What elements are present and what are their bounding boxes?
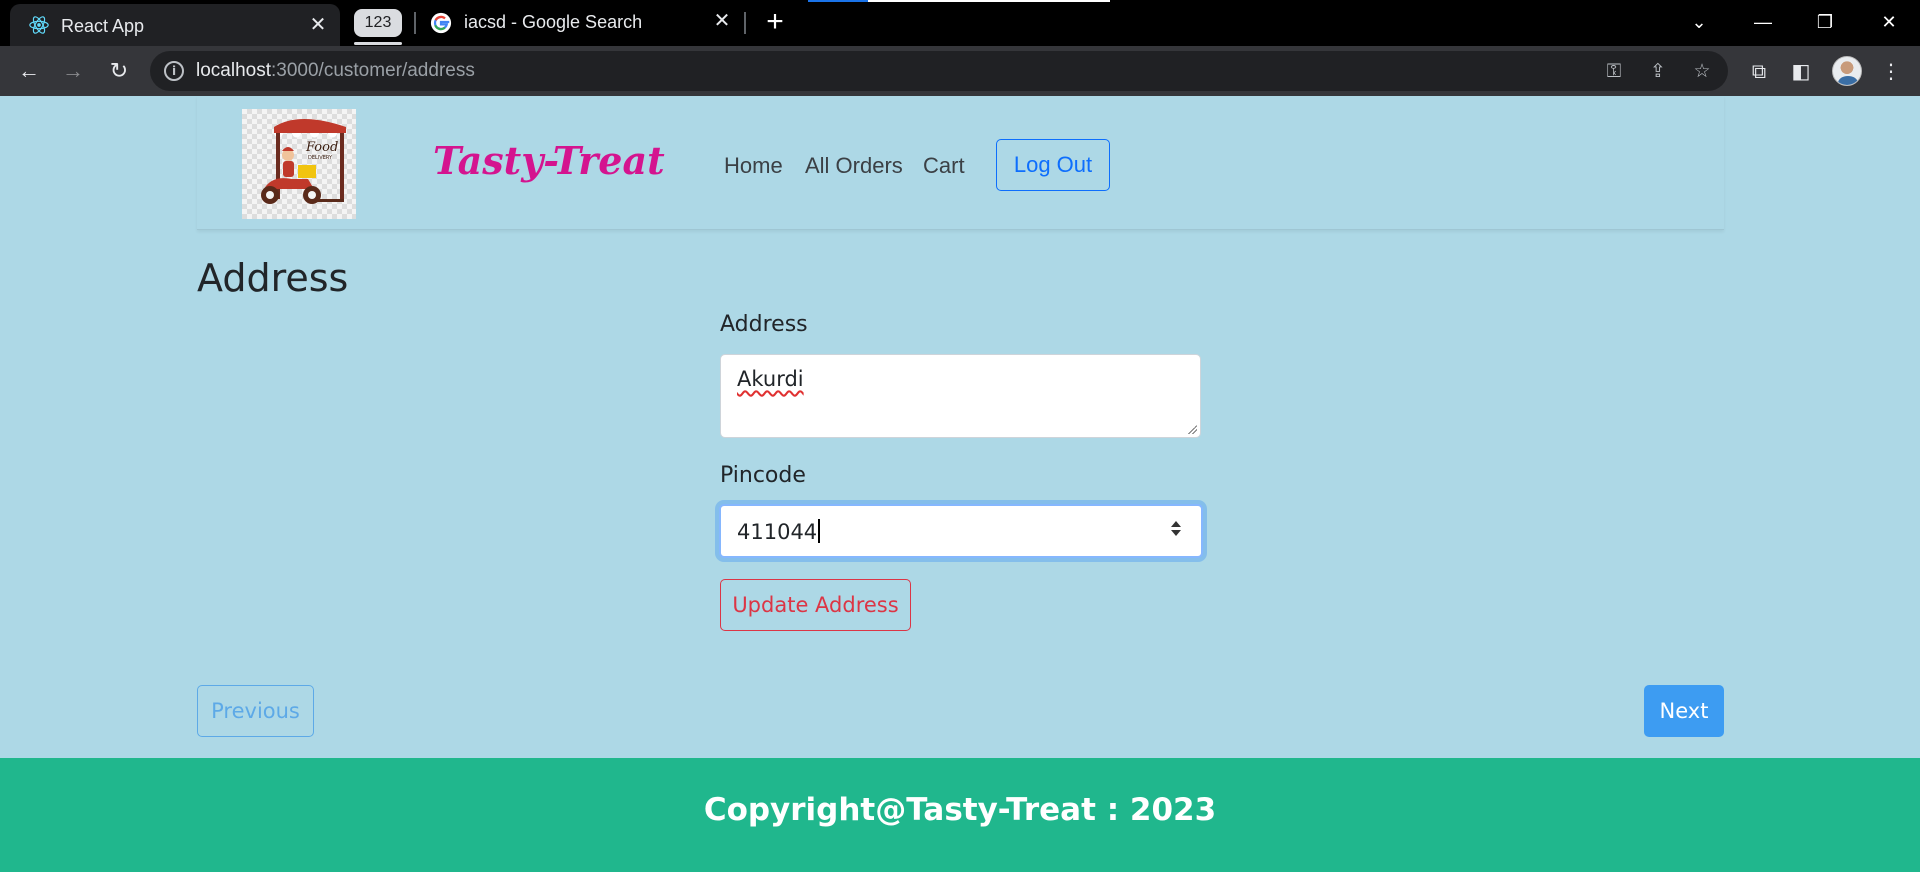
browser-tab-strip: React App ✕ 123 iacsd - Google Search ✕ … bbox=[0, 0, 1920, 46]
site-footer: Copyright@Tasty-Treat : 2023 bbox=[0, 758, 1920, 872]
footer-copyright: Copyright@Tasty-Treat : 2023 bbox=[703, 792, 1217, 828]
delivery-scooter-icon: Food DELIVERY bbox=[261, 119, 346, 204]
address-value: Akurdi bbox=[737, 367, 804, 391]
close-tab-icon[interactable]: ✕ bbox=[306, 13, 330, 37]
tab-react-app[interactable]: React App ✕ bbox=[10, 4, 340, 46]
menu-kebab-icon[interactable]: ⋮ bbox=[1878, 58, 1904, 84]
google-icon bbox=[430, 12, 452, 34]
url-text[interactable]: localhost:3000/customer/address bbox=[196, 60, 475, 82]
reload-icon[interactable]: ↻ bbox=[104, 56, 134, 86]
new-tab-plus-icon[interactable]: + bbox=[762, 7, 788, 37]
pincode-value: 411044 bbox=[737, 519, 821, 544]
resize-handle[interactable] bbox=[1187, 424, 1197, 434]
tab-separator bbox=[744, 12, 746, 34]
next-button[interactable]: Next bbox=[1644, 685, 1724, 737]
react-icon bbox=[29, 16, 49, 34]
svg-text:Food: Food bbox=[305, 140, 338, 155]
restore-icon[interactable]: ❐ bbox=[1810, 8, 1840, 36]
svg-text:DELIVERY: DELIVERY bbox=[308, 155, 333, 161]
food-delivery-logo[interactable]: Food DELIVERY bbox=[242, 109, 356, 219]
address-bar[interactable]: i localhost:3000/customer/address ⚿ ⇪ ☆ bbox=[150, 51, 1728, 91]
address-textarea[interactable]: Akurdi bbox=[720, 354, 1201, 438]
site-navbar: Food DELIVERY Tasty-Treat Home All Order… bbox=[197, 96, 1724, 230]
nav-link-home[interactable]: Home bbox=[724, 153, 783, 179]
tab-title: React App bbox=[61, 16, 145, 36]
address-label: Address bbox=[720, 312, 808, 337]
update-address-button[interactable]: Update Address bbox=[720, 579, 911, 631]
spinner-up-icon[interactable] bbox=[1171, 521, 1181, 527]
nav-link-cart[interactable]: Cart bbox=[923, 153, 965, 179]
share-icon[interactable]: ⇪ bbox=[1646, 59, 1670, 83]
close-window-icon[interactable]: ✕ bbox=[1874, 8, 1904, 36]
minimize-icon[interactable]: — bbox=[1748, 8, 1778, 36]
tab-search-chevron-icon[interactable]: ⌄ bbox=[1684, 8, 1714, 36]
spinner-down-icon[interactable] bbox=[1171, 530, 1181, 536]
text-caret bbox=[818, 519, 821, 543]
site-info-icon[interactable]: i bbox=[164, 61, 184, 81]
logout-button[interactable]: Log Out bbox=[996, 139, 1110, 191]
close-tab-icon[interactable]: ✕ bbox=[710, 9, 734, 33]
pincode-input[interactable]: 411044 bbox=[719, 504, 1203, 558]
loading-indicator-progress bbox=[808, 0, 868, 2]
key-icon[interactable]: ⚿ bbox=[1602, 59, 1626, 83]
tab-separator bbox=[414, 12, 416, 34]
tab-group-underline bbox=[354, 42, 402, 45]
forward-arrow-icon[interactable]: → bbox=[58, 56, 88, 86]
previous-button[interactable]: Previous bbox=[197, 685, 314, 737]
tab-group-chip[interactable]: 123 bbox=[354, 9, 402, 37]
page-content: Food DELIVERY Tasty-Treat Home All Order… bbox=[0, 96, 1920, 872]
side-panel-icon[interactable]: ◧ bbox=[1788, 58, 1814, 84]
back-arrow-icon[interactable]: ← bbox=[14, 56, 44, 86]
browser-toolbar: ← → ↻ i localhost:3000/customer/address … bbox=[0, 46, 1920, 96]
extensions-puzzle-icon[interactable]: ⧉ bbox=[1746, 58, 1772, 84]
brand-title[interactable]: Tasty-Treat bbox=[433, 138, 665, 183]
nav-link-all-orders[interactable]: All Orders bbox=[805, 153, 903, 179]
pincode-label: Pincode bbox=[720, 463, 806, 488]
tab-title[interactable]: iacsd - Google Search bbox=[464, 12, 642, 33]
page-title: Address bbox=[197, 256, 349, 300]
number-spinner[interactable] bbox=[1167, 518, 1185, 544]
bookmark-star-icon[interactable]: ☆ bbox=[1690, 59, 1714, 83]
profile-avatar[interactable] bbox=[1832, 56, 1862, 86]
